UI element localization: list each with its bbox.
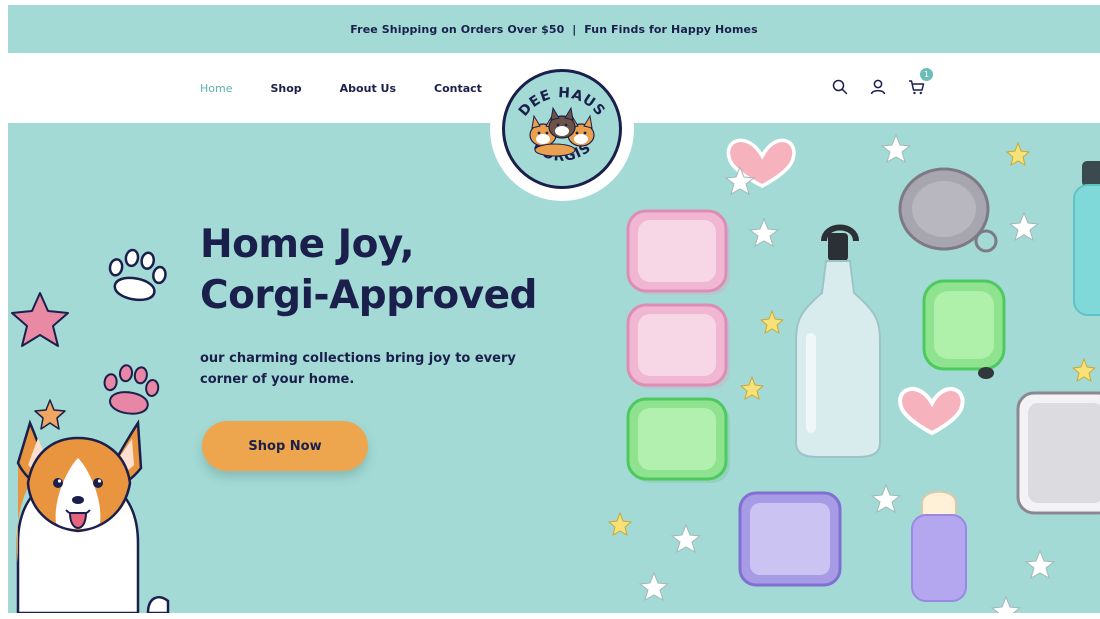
pink-star [11, 292, 69, 347]
orange-star [34, 399, 66, 430]
nav-shop[interactable]: Shop [270, 82, 301, 95]
hero-title: Home Joy, Corgi-Approved [200, 219, 537, 321]
search-icon [832, 79, 848, 95]
teal-bottle [1073, 161, 1100, 316]
cart-button[interactable]: 1 [906, 68, 933, 97]
brand-logo: DEE HAUS CORGIS [502, 69, 622, 189]
hero-title-line-1: Home Joy, [200, 222, 415, 267]
nav-contact[interactable]: Contact [434, 82, 482, 95]
paw-print-pink [103, 364, 160, 415]
corgi-illustration [16, 419, 170, 613]
green-container-1 [626, 397, 730, 483]
user-icon [870, 79, 886, 95]
purple-tray [738, 491, 842, 587]
svg-text:DEE HAUS: DEE HAUS [516, 85, 608, 120]
header-actions: 1 [830, 68, 933, 97]
main-nav: Home Shop About Us Contact [200, 53, 482, 123]
hero-left-decor [11, 248, 170, 613]
corgi-logo-art: DEE HAUS CORGIS [516, 85, 608, 165]
grey-lid [898, 167, 998, 253]
cart-icon [908, 80, 924, 95]
announcement-text: Free Shipping on Orders Over $50 | Fun F… [350, 22, 758, 36]
shop-now-button[interactable]: Shop Now [202, 421, 368, 471]
account-button[interactable] [868, 77, 888, 97]
glass-water-bottle [795, 224, 881, 458]
logo-link[interactable]: DEE HAUS CORGIS [490, 57, 634, 201]
nav-home[interactable]: Home [200, 82, 232, 95]
purple-cup [911, 490, 967, 602]
pink-container-1 [626, 209, 730, 295]
paw-print-white [108, 248, 167, 301]
cart-count-badge: 1 [920, 68, 933, 81]
logo-top-text: DEE HAUS [516, 85, 607, 120]
announcement-bar: Free Shipping on Orders Over $50 | Fun F… [8, 5, 1100, 53]
page-frame: Free Shipping on Orders Over $50 | Fun F… [8, 5, 1100, 613]
heart-decor-2 [898, 387, 965, 436]
product-collage-image [607, 133, 1100, 613]
hero-title-line-2: Corgi-Approved [200, 273, 537, 318]
grey-tray [1016, 391, 1100, 515]
green-container-2 [922, 279, 1006, 379]
hero-subtitle: our charming collections bring joy to ev… [200, 351, 516, 387]
search-button[interactable] [830, 77, 850, 97]
pink-container-2 [626, 303, 730, 389]
nav-about-us[interactable]: About Us [340, 82, 396, 95]
